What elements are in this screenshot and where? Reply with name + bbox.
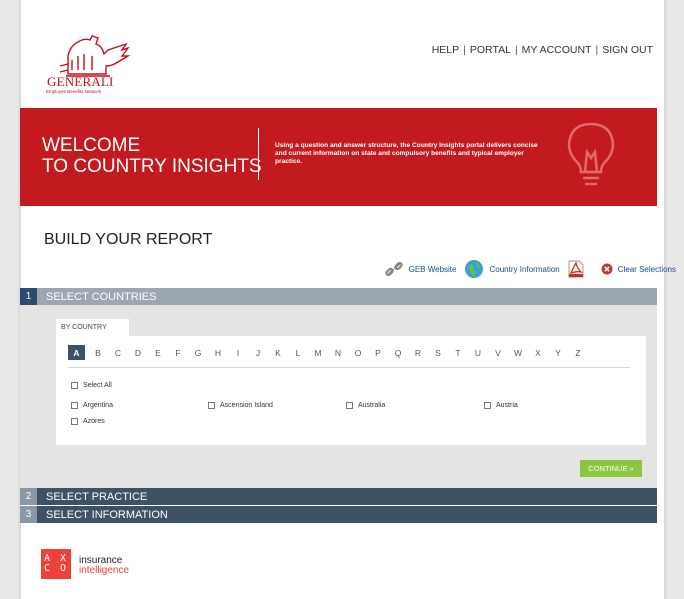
country-checkbox[interactable] — [71, 402, 78, 409]
letter-i[interactable]: I — [228, 345, 248, 360]
axco-logo[interactable]: A X C O — [41, 549, 71, 579]
country-checkbox[interactable] — [484, 402, 491, 409]
country-checkbox[interactable] — [346, 402, 353, 409]
letter-u[interactable]: U — [468, 345, 488, 360]
clear-icon — [601, 263, 613, 275]
banner-title: WELCOME TO COUNTRY INSIGHTS — [42, 135, 262, 177]
tab-by-country[interactable]: BY COUNTRY — [56, 319, 129, 336]
country-checkbox[interactable] — [71, 418, 78, 425]
letter-z[interactable]: Z — [568, 345, 588, 360]
select-all-label: Select All — [83, 382, 112, 389]
welcome-banner: WELCOME TO COUNTRY INSIGHTS Using a ques… — [20, 108, 657, 206]
letter-p[interactable]: P — [368, 345, 388, 360]
letter-c[interactable]: C — [108, 345, 128, 360]
letter-w[interactable]: W — [508, 345, 528, 360]
section-number: 2 — [20, 488, 37, 505]
geb-website-link[interactable]: GEB Website — [384, 259, 457, 279]
letter-j[interactable]: J — [248, 345, 268, 360]
section-select-information[interactable]: 3 SELECT INFORMATION — [20, 506, 657, 523]
country-checkbox[interactable] — [208, 402, 215, 409]
country-label: Azores — [83, 418, 105, 425]
country-label: Ascension Island — [220, 402, 273, 409]
letter-d[interactable]: D — [128, 345, 148, 360]
clear-selections-button[interactable]: Clear Selections — [601, 263, 676, 275]
banner-divider — [258, 128, 259, 180]
logo-wordmark: GENERALI — [47, 74, 114, 89]
globe-icon — [465, 260, 484, 278]
countries-panel: BY COUNTRY A B C D E F G H I J K L M N O… — [20, 305, 657, 488]
section-label: SELECT PRACTICE — [46, 490, 148, 503]
alphabet-filter: A B C D E F G H I J K L M N O P Q R S T … — [68, 345, 588, 360]
country-option[interactable]: Argentina — [71, 402, 113, 409]
pdf-icon — [568, 260, 584, 278]
top-nav: HELP | PORTAL | MY ACCOUNT | SIGN OUT — [431, 44, 653, 56]
letter-q[interactable]: Q — [388, 345, 408, 360]
link-icon — [384, 261, 403, 277]
build-report-title: BUILD YOUR REPORT — [44, 231, 213, 248]
letter-m[interactable]: M — [308, 345, 328, 360]
pdf-export-button[interactable] — [568, 260, 589, 278]
continue-button[interactable]: CONTINUE » — [580, 460, 642, 477]
geb-website-label: GEB Website — [408, 264, 457, 274]
letter-a[interactable]: A — [68, 345, 85, 360]
letter-e[interactable]: E — [148, 345, 168, 360]
letter-t[interactable]: T — [448, 345, 468, 360]
insurance-intelligence-wordmark: insurance intelligence — [79, 555, 130, 576]
section-select-practice[interactable]: 2 SELECT PRACTICE — [20, 488, 657, 505]
country-selector: A B C D E F G H I J K L M N O P Q R S T … — [56, 336, 646, 445]
letter-n[interactable]: N — [328, 345, 348, 360]
letter-x[interactable]: X — [528, 345, 548, 360]
letter-h[interactable]: H — [208, 345, 228, 360]
banner-description: Using a question and answer structure, t… — [275, 142, 538, 165]
divider — [68, 367, 630, 368]
nav-portal[interactable]: PORTAL — [470, 44, 511, 56]
section-number: 3 — [20, 506, 37, 523]
country-option[interactable]: Azores — [71, 418, 105, 425]
nav-help[interactable]: HELP — [432, 44, 459, 56]
country-option[interactable]: Australia — [346, 402, 385, 409]
letter-o[interactable]: O — [348, 345, 368, 360]
letter-v[interactable]: V — [488, 345, 508, 360]
letter-l[interactable]: L — [288, 345, 308, 360]
select-all-option[interactable]: Select All — [71, 382, 112, 389]
country-label: Argentina — [83, 402, 113, 409]
section-label: SELECT INFORMATION — [46, 508, 168, 521]
section-number: 1 — [20, 288, 37, 305]
report-toolbar: GEB Website Country Information Clear Se… — [376, 259, 676, 279]
country-label: Austria — [496, 402, 518, 409]
letter-g[interactable]: G — [188, 345, 208, 360]
nav-sign-out[interactable]: SIGN OUT — [602, 44, 653, 56]
letter-r[interactable]: R — [408, 345, 428, 360]
country-option[interactable]: Austria — [484, 402, 518, 409]
letter-k[interactable]: K — [268, 345, 288, 360]
section-select-countries[interactable]: 1 SELECT COUNTRIES — [20, 288, 657, 305]
lightbulb-icon — [567, 122, 615, 186]
clear-selections-label: Clear Selections — [617, 264, 676, 274]
country-information-label: Country Information — [489, 264, 560, 274]
logo-subtitle: Employee Benefits Network — [46, 89, 102, 94]
country-option[interactable]: Ascension Island — [208, 402, 273, 409]
country-label: Australia — [358, 402, 386, 409]
section-label: SELECT COUNTRIES — [46, 290, 157, 303]
letter-b[interactable]: B — [88, 345, 108, 360]
letter-f[interactable]: F — [168, 345, 188, 360]
letter-s[interactable]: S — [428, 345, 448, 360]
letter-y[interactable]: Y — [548, 345, 568, 360]
select-all-checkbox[interactable] — [71, 382, 78, 389]
country-information-link[interactable]: Country Information — [464, 259, 560, 279]
nav-my-account[interactable]: MY ACCOUNT — [522, 44, 592, 56]
